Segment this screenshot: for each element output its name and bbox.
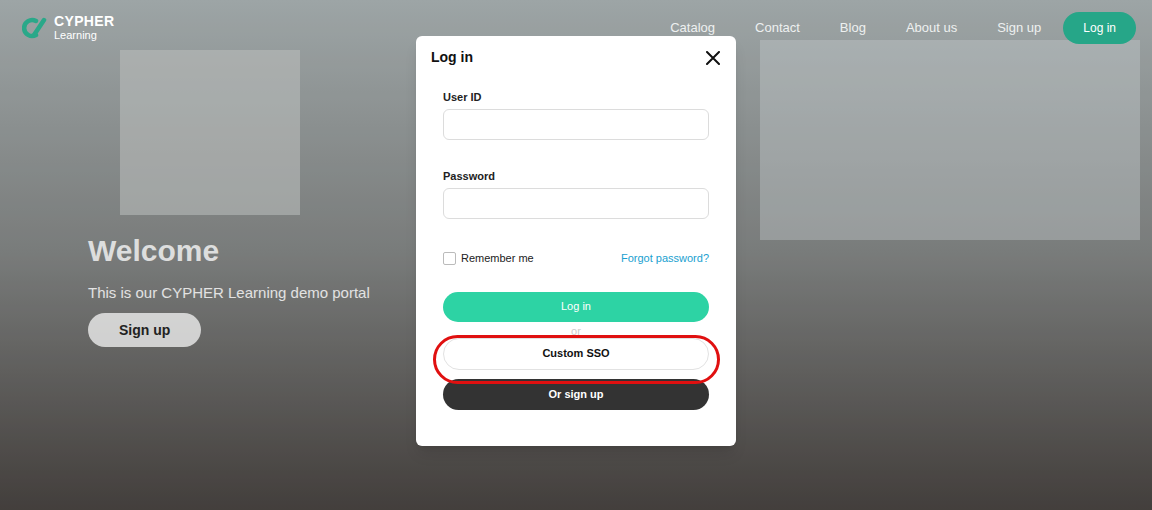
nav-link[interactable]: Blog xyxy=(840,18,866,38)
nav-link[interactable]: Contact xyxy=(755,18,800,38)
login-button[interactable]: Log in xyxy=(443,292,709,322)
nav-link[interactable]: About us xyxy=(906,18,957,38)
remember-checkbox[interactable] xyxy=(443,252,456,265)
user-id-label: User ID xyxy=(443,90,709,104)
remember-label: Remember me xyxy=(461,250,534,267)
or-divider: or xyxy=(571,325,581,337)
forgot-password-link[interactable]: Forgot password? xyxy=(621,250,709,267)
remember-me[interactable]: Remember me xyxy=(443,250,534,267)
password-label: Password xyxy=(443,169,709,183)
close-icon[interactable] xyxy=(706,51,720,65)
modal-body: User ID Password Remember me Forgot pass… xyxy=(416,68,736,410)
remember-row: Remember me Forgot password? xyxy=(443,250,709,267)
highlight-ellipse xyxy=(433,335,720,384)
page: CYPHER Learning Catalog Contact Blog About … xyxy=(0,0,1152,510)
nav-list: Catalog Contact Blog About us Sign up xyxy=(670,18,1041,38)
modal-header: Log in xyxy=(416,36,736,68)
password-input[interactable] xyxy=(443,188,709,219)
hero-title: Welcome xyxy=(88,233,219,269)
logo-icon xyxy=(22,17,48,39)
signup-button[interactable]: Or sign up xyxy=(443,379,709,410)
logo-title: CYPHER xyxy=(54,14,114,28)
login-modal: Log in User ID Password Remember me Forg… xyxy=(416,36,736,446)
nav-link[interactable]: Catalog xyxy=(670,18,715,38)
logo-subtitle: Learning xyxy=(54,30,114,41)
nav-link[interactable]: Sign up xyxy=(997,18,1041,38)
nav: Catalog Contact Blog About us Sign up Log in xyxy=(670,12,1136,44)
user-id-input[interactable] xyxy=(443,109,709,140)
logo[interactable]: CYPHER Learning xyxy=(22,14,114,41)
hero-subtitle: This is our CYPHER Learning demo portal xyxy=(88,283,370,303)
header-login-button[interactable]: Log in xyxy=(1063,12,1136,44)
hero-signup-button[interactable]: Sign up xyxy=(88,313,201,347)
modal-title: Log in xyxy=(431,47,473,68)
custom-sso-button[interactable]: Custom SSO xyxy=(443,338,709,370)
